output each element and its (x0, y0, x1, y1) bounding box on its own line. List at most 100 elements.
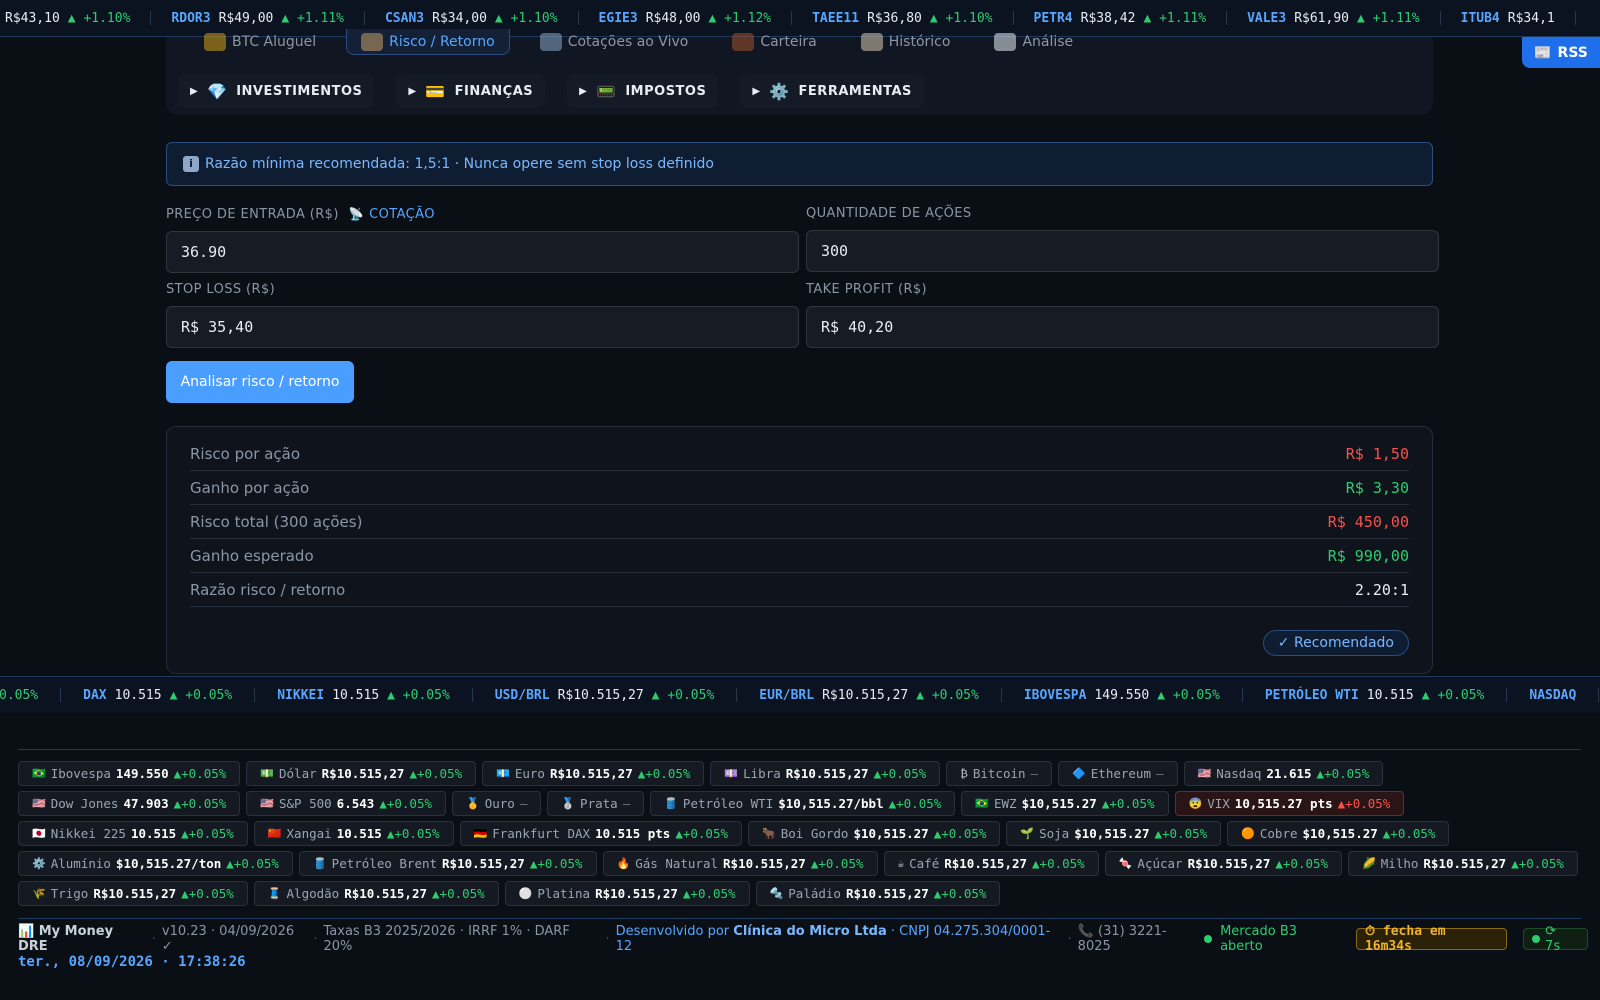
ticker-change: ▲ +1.11% (1357, 10, 1420, 26)
market-chip[interactable]: ⚪ Platina R$10.515,27 ▲+0.05% (504, 881, 750, 906)
ticker-symbol: PETR4 (1033, 10, 1073, 26)
result-label: Ganho esperado (190, 546, 314, 565)
chip-change: ▲+0.05% (432, 886, 485, 901)
ticker-change: ▲ +0.05% (916, 687, 979, 703)
chip-change: ▲+0.05% (675, 826, 729, 841)
ticker-item[interactable]: CSAN3 R$34,00 ▲ +1.10% (385, 11, 579, 26)
market-chip[interactable]: 🥇 Ouro — (452, 791, 542, 816)
ticker-item[interactable]: EGIE3 R$48,00 ▲ +1.12% (599, 11, 793, 26)
category-investimentos[interactable]: ▶ 💎 INVESTIMENTOS (178, 74, 375, 108)
refresh-indicator[interactable]: ⟳ 7s (1523, 924, 1588, 954)
market-chip[interactable]: 🇺🇸 Nasdaq 21.615 ▲+0.05% (1183, 761, 1384, 786)
footer-phone: 📞 (31) 3221-8025 (1077, 924, 1167, 954)
market-chip[interactable]: 🐂 Boi Gordo $10,515.27 ▲+0.05% (748, 821, 1001, 846)
market-chip[interactable]: 🛢️ Petróleo Brent R$10.515,27 ▲+0.05% (298, 851, 597, 876)
ticker-item[interactable]: DAX 10.515 ▲ +0.05% (83, 688, 256, 703)
market-chip[interactable]: 🔩 Paládio R$10.515,27 ▲+0.05% (755, 881, 1001, 906)
ticker-item[interactable]: 0.05% (0, 688, 62, 703)
ticker-item[interactable]: ITUB4 R$34,1 (1461, 11, 1576, 26)
market-chip[interactable]: 🌽 Milho R$10.515,27 ▲+0.05% (1348, 851, 1578, 876)
ticker-item[interactable]: USD/BRL R$10.515,27 ▲ +0.05% (495, 688, 738, 703)
market-chip[interactable]: 🇧🇷 Ibovespa 149.550 ▲+0.05% (18, 761, 241, 786)
category-icon: 💳 (425, 81, 446, 101)
ticker-change: ▲ +0.05% (1421, 687, 1485, 703)
chip-change: ▲+0.05% (181, 826, 234, 841)
market-chip[interactable]: 🔥 Gás Natural R$10.515,27 ▲+0.05% (602, 851, 878, 876)
market-chip[interactable]: 🌱 Soja $10,515.27 ▲+0.05% (1006, 821, 1222, 846)
market-chip[interactable]: 🟠 Cobre $10,515.27 ▲+0.05% (1227, 821, 1450, 846)
market-chip[interactable]: 🛢️ Petróleo WTI $10,515.27/bbl ▲+0.05% (650, 791, 956, 816)
chip-value: 10.515 pts (595, 826, 671, 841)
category-ferramentas[interactable]: ▶ ⚙️ FERRAMENTAS (740, 74, 924, 108)
market-chip[interactable]: 🇨🇳 Xangai 10.515 ▲+0.05% (253, 821, 454, 846)
ticker-item[interactable]: VALE3 R$61,90 ▲ +1.11% (1247, 10, 1441, 26)
market-chip[interactable]: 🥈 Prata — (547, 791, 645, 816)
rss-button[interactable]: 📰 RSS (1522, 37, 1600, 68)
market-chip[interactable]: ☕ Café R$10.515,27 ▲+0.05% (883, 851, 1099, 876)
chip-value: R$10.515,27 (595, 886, 678, 901)
chip-flag-icon: 🥈 (561, 797, 576, 810)
market-chip[interactable]: 🇺🇸 Dow Jones 47.903 ▲+0.05% (18, 791, 241, 816)
ticker-item[interactable]: RDOR3 R$49,00 ▲ +1.11% (171, 10, 365, 26)
chip-change: ▲+0.05% (888, 796, 942, 811)
subtab-hist-rico[interactable]: Histórico (847, 29, 965, 55)
market-chip[interactable]: 🧵 Algodão R$10.515,27 ▲+0.05% (253, 881, 499, 906)
entry-price-input[interactable]: 36.90 (166, 231, 799, 273)
market-chip[interactable]: ⚙️ Alumínio $10,515.27/ton ▲+0.05% (18, 851, 293, 876)
info-icon: i (183, 156, 199, 172)
subtab-carteira[interactable]: Carteira (718, 29, 830, 55)
chip-flag-icon: 🇧🇷 (32, 767, 46, 780)
ticker-item[interactable]: EUR/BRL R$10.515,27 ▲ +0.05% (759, 687, 1002, 703)
ticker-change: ▲ +1.11% (281, 10, 344, 26)
analyze-button[interactable]: Analisar risco / retorno (166, 361, 354, 403)
market-chip[interactable]: 😨 VIX 10,515.27 pts ▲+0.05% (1174, 791, 1405, 816)
ticker-price: R$49,00 (218, 10, 274, 26)
entry-price-label: PREÇO DE ENTRADA (R$) (166, 206, 339, 222)
category-impostos[interactable]: ▶ 📟 IMPOSTOS (567, 74, 719, 108)
ticker-price: R$36,80 (867, 10, 922, 26)
market-chip[interactable]: 💷 Libra R$10.515,27 ▲+0.05% (710, 761, 941, 786)
satellite-icon: 📡 (348, 207, 365, 221)
market-chip[interactable]: 🍬 Açúcar R$10.515,27 ▲+0.05% (1104, 851, 1343, 876)
market-chip[interactable]: 🌾 Trigo R$10.515,27 ▲+0.05% (18, 881, 248, 906)
result-label: Risco por ação (190, 444, 301, 463)
market-chip[interactable]: 💶 Euro R$10.515,27 ▲+0.05% (482, 761, 705, 786)
quote-link[interactable]: 📡 COTAÇÃO (349, 207, 435, 222)
ticker-item[interactable]: PETR4 R$38,42 ▲ +1.11% (1033, 10, 1228, 26)
ticker-item[interactable]: NASDAQ (1529, 688, 1600, 703)
chip-flag-icon: ⚙️ (32, 857, 46, 870)
developer-link[interactable]: Desenvolvido por Clínica do Micro Ltda ·… (616, 924, 1062, 954)
chip-value: R$10.515,27 (1187, 856, 1271, 871)
quantity-input[interactable]: 300 (806, 230, 1439, 272)
ticker-item[interactable]: R$43,10 ▲ +1.10% (5, 11, 152, 26)
market-chip[interactable]: 🔷 Ethereum — (1058, 761, 1178, 786)
chip-name: Nikkei 225 (50, 826, 126, 841)
market-chip[interactable]: ₿ Bitcoin — (946, 761, 1053, 786)
subtab-cota-es-ao-vivo[interactable]: Cotações ao Vivo (526, 29, 703, 55)
ticker-item[interactable]: PETRÓLEO WTI 10.515 ▲ +0.05% (1265, 687, 1508, 703)
stop-loss-input[interactable]: R$ 35,40 (166, 306, 799, 348)
expand-arrow-icon: ▶ (752, 85, 761, 97)
stop-loss-label: STOP LOSS (R$) (166, 281, 276, 297)
market-chip[interactable]: 🇧🇷 EWZ $10,515.27 ▲+0.05% (961, 791, 1169, 816)
scales-icon (361, 32, 384, 51)
market-chip[interactable]: 🇯🇵 Nikkei 225 10.515 ▲+0.05% (18, 821, 248, 846)
subtab-risco-retorno[interactable]: Risco / Retorno (346, 29, 510, 55)
result-value: R$ 990,00 (1327, 546, 1409, 565)
subtab-an-lise[interactable]: Análise (980, 29, 1087, 55)
market-chip[interactable]: 🇺🇸 S&P 500 6.543 ▲+0.05% (246, 791, 446, 816)
category-finanças[interactable]: ▶ 💳 FINANÇAS (396, 74, 546, 108)
chip-change: ▲+0.05% (1275, 856, 1329, 871)
take-profit-input[interactable]: R$ 40,20 (806, 306, 1439, 348)
chip-flag-icon: 🌾 (32, 887, 46, 900)
chip-flag-icon: 🇩🇪 (473, 827, 488, 840)
market-chips: 🇧🇷 Ibovespa 149.550 ▲+0.05% 💵 Dólar R$10.515,2… (18, 761, 1588, 906)
ticker-item[interactable]: IBOVESPA 149.550 ▲ +0.05% (1024, 688, 1243, 703)
market-chip[interactable]: 🇩🇪 Frankfurt DAX 10.515 pts ▲+0.05% (459, 821, 743, 846)
ticker-item[interactable]: TAEE11 R$36,80 ▲ +1.10% (812, 10, 1014, 26)
chip-change: ▲+0.05% (386, 826, 440, 841)
market-chip[interactable]: 💵 Dólar R$10.515,27 ▲+0.05% (246, 761, 477, 786)
subtab-btc-aluguel[interactable]: BTC Aluguel (190, 29, 330, 55)
chip-flag-icon: 🇧🇷 (975, 797, 989, 810)
ticker-item[interactable]: NIKKEI 10.515 ▲ +0.05% (277, 688, 473, 703)
